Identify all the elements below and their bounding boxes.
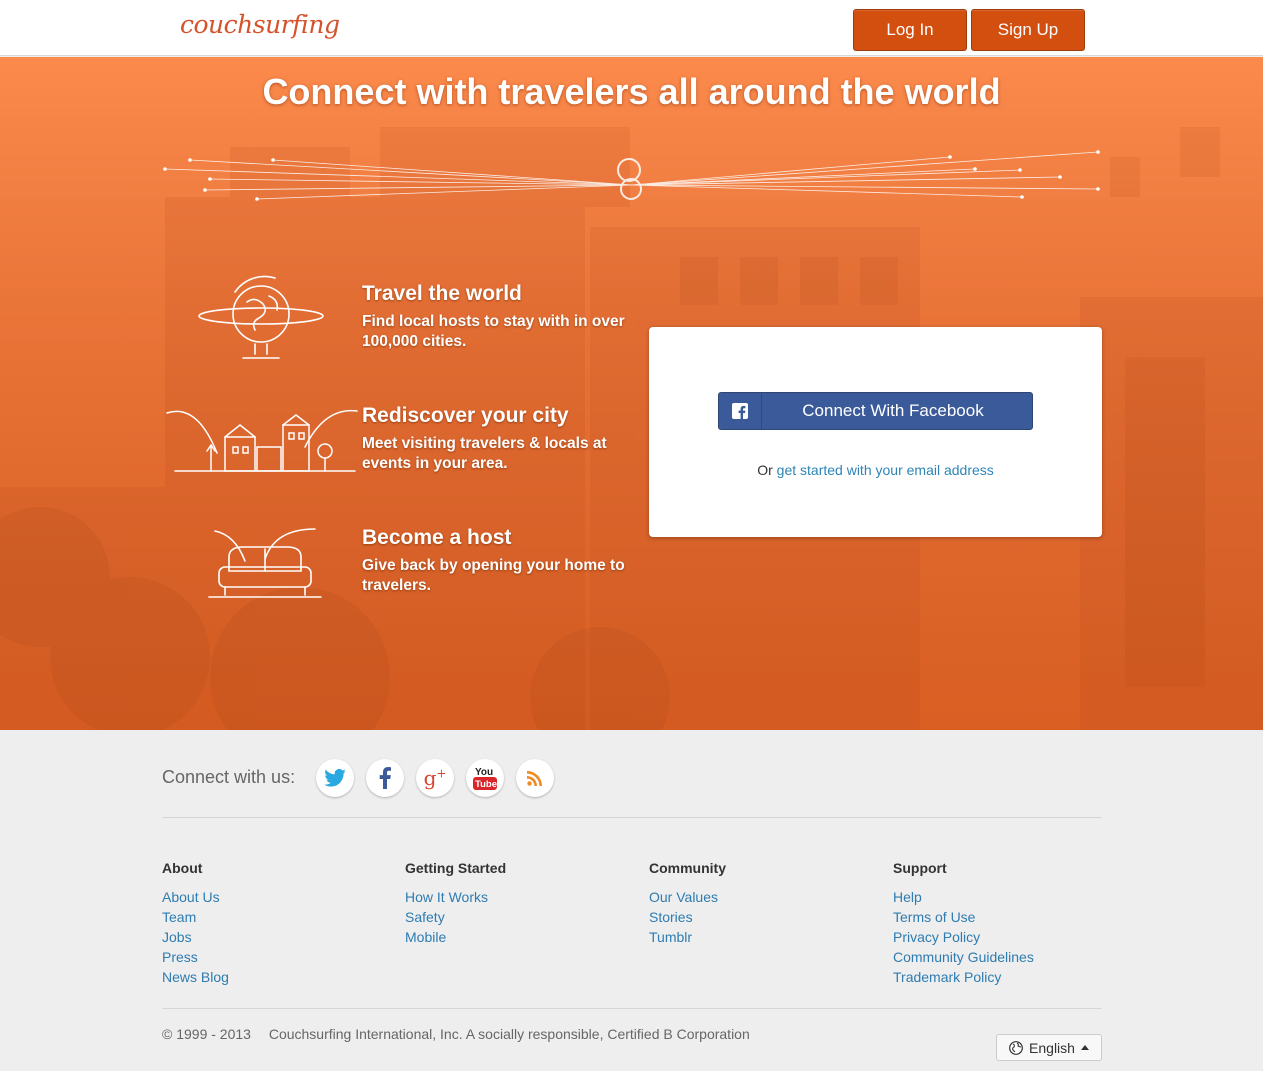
feature-travel: Travel the world Find local hosts to sta… xyxy=(362,282,652,352)
caret-up-icon xyxy=(1080,1045,1089,1050)
login-button[interactable]: Log In xyxy=(853,9,967,51)
footer-link-safety[interactable]: Safety xyxy=(405,907,506,927)
couchsurfing-logo[interactable]: couchsurfing xyxy=(180,10,340,39)
email-signup-line: Or get started with your email address xyxy=(649,462,1102,478)
footer-column-support: Support Help Terms of Use Privacy Policy… xyxy=(893,860,1034,987)
signup-card: Connect With Facebook Or get started wit… xyxy=(649,327,1102,537)
signup-button[interactable]: Sign Up xyxy=(971,9,1085,51)
footer-link-news-blog[interactable]: News Blog xyxy=(162,967,229,987)
feature-rediscover: Rediscover your city Meet visiting trave… xyxy=(362,404,652,474)
rss-icon[interactable] xyxy=(516,759,554,797)
footer-divider xyxy=(162,1008,1102,1009)
globe-small-icon xyxy=(1009,1040,1023,1055)
footer-link-trademark[interactable]: Trademark Policy xyxy=(893,967,1034,987)
feature-text: Find local hosts to stay with in over 10… xyxy=(362,313,625,350)
footer-link-mobile[interactable]: Mobile xyxy=(405,927,506,947)
copyright-years: © 1999 - 2013 xyxy=(162,1026,251,1042)
language-label: English xyxy=(1029,1039,1075,1056)
couch-icon xyxy=(208,528,322,598)
globe-icon xyxy=(198,275,324,359)
youtube-icon[interactable]: You Tube xyxy=(466,759,504,797)
copyright-line: © 1999 - 2013 Couchsurfing International… xyxy=(162,1026,764,1042)
feature-title: Travel the world xyxy=(362,282,522,305)
footer-link-press[interactable]: Press xyxy=(162,947,229,967)
footer-heading: About xyxy=(162,860,203,876)
connect-with-us-label: Connect with us: xyxy=(162,767,296,787)
facebook-icon[interactable] xyxy=(366,759,404,797)
connect-facebook-button[interactable]: Connect With Facebook xyxy=(718,392,1033,430)
city-icon xyxy=(166,409,358,472)
footer-divider xyxy=(162,817,1102,818)
footer-link-jobs[interactable]: Jobs xyxy=(162,927,229,947)
footer-heading: Community xyxy=(649,860,726,876)
footer-link-guidelines[interactable]: Community Guidelines xyxy=(893,947,1034,967)
email-signup-link[interactable]: get started with your email address xyxy=(777,462,994,478)
footer-link-how-it-works[interactable]: How It Works xyxy=(405,887,506,907)
footer-link-stories[interactable]: Stories xyxy=(649,907,726,927)
svg-text:Tube: Tube xyxy=(475,779,497,790)
feature-text: Meet visiting travelers & locals at even… xyxy=(362,435,607,472)
facebook-button-label: Connect With Facebook xyxy=(802,401,984,420)
copyright-text: Couchsurfing International, Inc. A socia… xyxy=(268,1026,750,1042)
footer-column-community: Community Our Values Stories Tumblr xyxy=(649,860,726,947)
hero-headline: Connect with travelers all around the wo… xyxy=(262,71,1001,112)
svg-text:You: You xyxy=(475,767,493,778)
top-bar: couchsurfing Log In Sign Up xyxy=(0,0,1263,56)
footer-column-about: About About Us Team Jobs Press News Blog xyxy=(162,860,229,987)
feature-text: Give back by opening your home to travel… xyxy=(362,557,625,594)
google-plus-icon[interactable]: g+ xyxy=(416,759,454,797)
footer-link-privacy[interactable]: Privacy Policy xyxy=(893,927,1034,947)
footer-link-about-us[interactable]: About Us xyxy=(162,887,229,907)
or-text: Or xyxy=(757,462,773,478)
twitter-icon[interactable] xyxy=(316,759,354,797)
feature-title: Become a host xyxy=(362,526,512,549)
footer-link-our-values[interactable]: Our Values xyxy=(649,887,726,907)
footer-link-team[interactable]: Team xyxy=(162,907,229,927)
footer-column-getting-started: Getting Started How It Works Safety Mobi… xyxy=(405,860,506,947)
facebook-icon xyxy=(719,393,762,429)
language-selector[interactable]: English xyxy=(996,1034,1102,1061)
feature-title: Rediscover your city xyxy=(362,404,569,427)
footer-heading: Getting Started xyxy=(405,860,507,876)
footer-link-tumblr[interactable]: Tumblr xyxy=(649,927,726,947)
hero-section: Connect with travelers all around the wo… xyxy=(0,57,1263,730)
footer-heading: Support xyxy=(893,860,947,876)
feature-host: Become a host Give back by opening your … xyxy=(362,526,652,596)
footer-link-help[interactable]: Help xyxy=(893,887,1034,907)
footer-link-terms[interactable]: Terms of Use xyxy=(893,907,1034,927)
